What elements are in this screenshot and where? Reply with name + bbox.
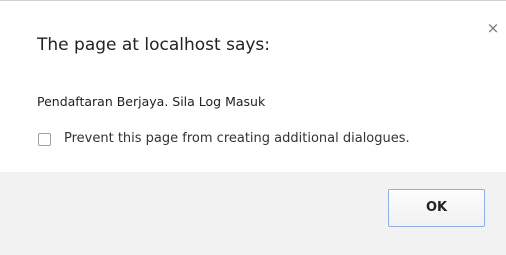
ok-button[interactable]: OK <box>388 189 485 227</box>
dialog-top-border <box>0 0 506 1</box>
alert-dialog: × The page at localhost says: Pendaftara… <box>0 0 506 255</box>
close-icon[interactable]: × <box>486 20 500 36</box>
dialog-message: Pendaftaran Berjaya. Sila Log Masuk <box>37 94 266 109</box>
prevent-dialogs-option[interactable]: Prevent this page from creating addition… <box>38 131 410 147</box>
prevent-dialogs-label[interactable]: Prevent this page from creating addition… <box>64 131 410 147</box>
checkbox-icon[interactable] <box>38 132 51 146</box>
dialog-title: The page at localhost says: <box>37 35 271 55</box>
